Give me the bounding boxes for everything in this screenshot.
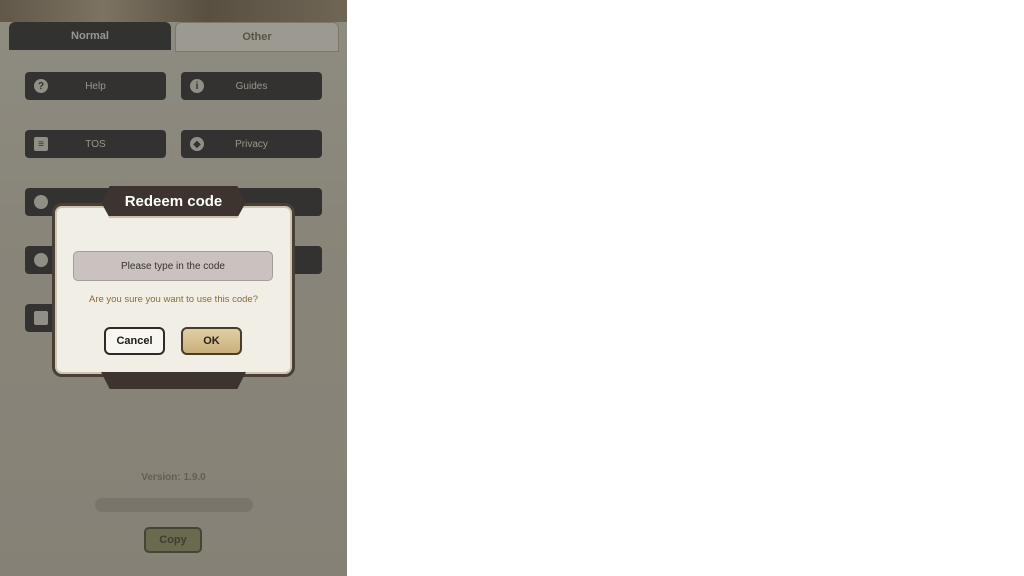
dialog-title: Redeem code — [101, 186, 246, 218]
redeem-code-input[interactable] — [73, 251, 273, 281]
redeem-code-dialog — [52, 203, 295, 377]
ok-button[interactable]: OK — [181, 327, 242, 355]
cancel-button[interactable]: Cancel — [104, 327, 165, 355]
dialog-bottom-ornament — [101, 372, 246, 389]
confirm-message: Are you sure you want to use this code? — [89, 294, 258, 305]
